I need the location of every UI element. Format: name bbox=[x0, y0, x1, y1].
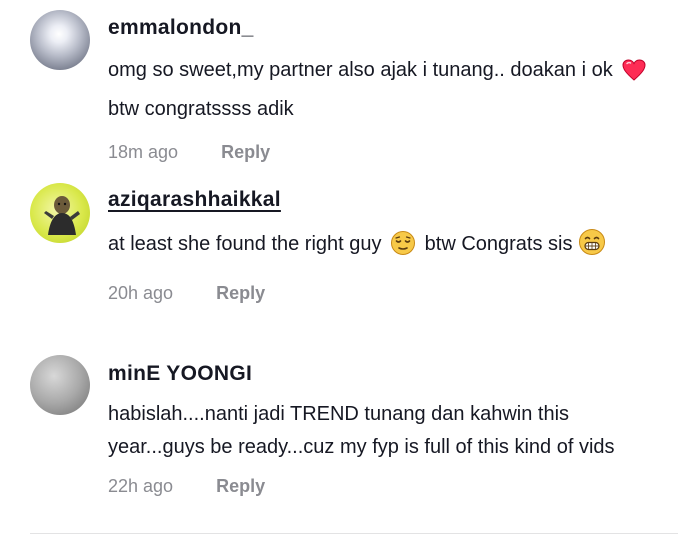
comment-text-part: btw Congrats sis bbox=[424, 233, 573, 255]
comment-username[interactable]: emmalondon_ bbox=[108, 14, 658, 42]
comment-meta: 22h ago Reply bbox=[108, 474, 658, 498]
comment-username[interactable]: minE YOONGI bbox=[108, 360, 658, 388]
heart-icon bbox=[621, 58, 647, 93]
comment-timestamp: 20h ago bbox=[108, 283, 174, 303]
comment-timestamp: 22h ago bbox=[108, 476, 174, 496]
avatar[interactable] bbox=[30, 10, 90, 70]
comment-text-part: at least she found the right guy bbox=[108, 233, 382, 255]
comment-meta: 20h ago Reply bbox=[108, 281, 658, 305]
divider bbox=[30, 533, 678, 534]
comment-username[interactable]: aziqarashhaikkal bbox=[108, 186, 658, 214]
avatar-figure-icon bbox=[44, 196, 80, 235]
comment-text-part: omg so sweet,my partner also ajak i tuna… bbox=[108, 59, 613, 81]
avatar[interactable] bbox=[30, 183, 90, 243]
comment-text: at least she found the right guy btw Con… bbox=[108, 228, 668, 267]
avatar[interactable] bbox=[30, 355, 90, 415]
grinning-face-icon bbox=[578, 228, 606, 267]
comment-timestamp: 18m ago bbox=[108, 142, 179, 162]
comment-text: habislah....nanti jadi TREND tunang dan … bbox=[108, 403, 615, 458]
comment-text: omg so sweet,my partner also ajak i tuna… bbox=[108, 54, 668, 126]
comment-text-part: btw congratssss adik bbox=[108, 98, 294, 120]
reply-button[interactable]: Reply bbox=[216, 476, 265, 496]
reply-button[interactable]: Reply bbox=[221, 142, 270, 162]
relieved-face-icon bbox=[390, 230, 416, 267]
comment-meta: 18m ago Reply bbox=[108, 140, 658, 164]
reply-button[interactable]: Reply bbox=[216, 283, 265, 303]
